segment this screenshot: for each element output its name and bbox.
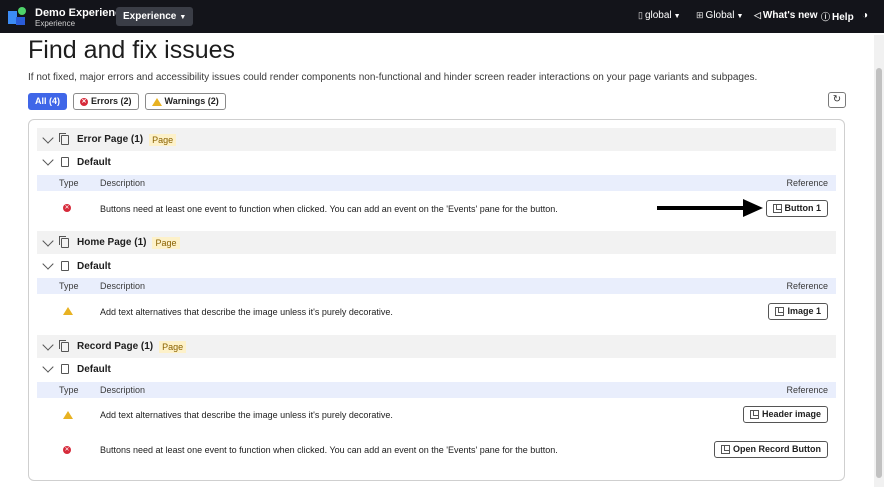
reference-button[interactable]: Button 1	[765, 200, 828, 217]
component-icon	[721, 445, 730, 454]
column-type: Type	[59, 281, 79, 291]
component-icon	[749, 410, 759, 419]
column-reference: Reference	[786, 385, 828, 395]
pages-icon	[59, 339, 69, 352]
column-description: Description	[100, 281, 146, 291]
filter-bar: All (4) ✕ Errors (2) Warnings (2)	[28, 93, 226, 110]
language-menu[interactable]: ⊞ Global ▼	[696, 10, 743, 21]
caret-down-icon: ▼	[179, 14, 187, 21]
warning-icon	[63, 307, 73, 315]
filter-all-label: All (4)	[35, 96, 61, 106]
column-description: Description	[100, 385, 146, 395]
component-icon	[775, 307, 785, 316]
chevron-down-icon	[42, 338, 54, 351]
page-icon	[61, 157, 69, 167]
experience-menu-label: Experience	[123, 11, 177, 22]
variant-header[interactable]: Default	[37, 359, 836, 379]
error-icon: ✕	[80, 97, 89, 106]
column-type: Type	[59, 385, 79, 395]
refresh-icon: ↻	[832, 94, 842, 105]
component-icon	[772, 204, 782, 213]
page-group-name: Record Page (1)	[77, 341, 154, 352]
variant-name: Default	[77, 363, 111, 375]
megaphone-icon: ◁	[754, 10, 761, 20]
reference-button[interactable]: Image 1	[768, 303, 828, 320]
app-title: Demo Experience	[35, 7, 128, 19]
pages-icon	[59, 132, 69, 145]
page-title: Find and fix issues	[28, 36, 236, 64]
refresh-button[interactable]: ↻	[828, 92, 846, 108]
filter-warnings-button[interactable]: Warnings (2)	[144, 93, 226, 110]
help-circle-icon: ⓘ	[821, 12, 831, 22]
error-icon: ✕	[63, 446, 71, 454]
variant-name: Default	[77, 156, 111, 168]
app-logo	[8, 7, 27, 26]
contrast-toggle-icon[interactable]: ◑	[862, 10, 868, 21]
issue-row: Add text alternatives that describe the …	[37, 398, 836, 432]
column-type: Type	[59, 178, 79, 188]
issues-table-header: Type Description Reference	[37, 382, 836, 398]
page-group-name: Home Page (1)	[77, 237, 147, 248]
warning-icon	[151, 97, 162, 106]
page-type-badge: Page	[149, 133, 177, 146]
reference-button[interactable]: Open Record Button	[714, 441, 828, 458]
column-reference: Reference	[786, 281, 828, 291]
reference-label: Button 1	[784, 203, 822, 213]
scope-menu-label: global	[644, 10, 672, 21]
annotation-arrow	[657, 199, 763, 217]
page-icon	[61, 364, 69, 374]
pages-icon	[59, 235, 69, 248]
variant-name: Default	[77, 260, 111, 272]
whats-new-button[interactable]: ◁ What's new	[754, 10, 818, 21]
chevron-down-icon	[42, 154, 54, 166]
language-menu-label: Global	[705, 10, 735, 21]
issue-row: ✕ Buttons need at least one event to fun…	[37, 433, 836, 467]
filter-errors-button[interactable]: ✕ Errors (2)	[73, 93, 139, 110]
issue-description: Add text alternatives that describe the …	[100, 307, 393, 317]
reference-label: Open Record Button	[733, 444, 821, 454]
scope-menu[interactable]: ▯ global ▼	[638, 10, 681, 21]
experience-menu-button[interactable]: Experience ▼	[116, 7, 194, 26]
reference-label: Header image	[761, 409, 821, 419]
page-type-badge: Page	[159, 340, 187, 353]
help-label: Help	[832, 12, 854, 23]
page-group-name: Error Page (1)	[77, 134, 144, 145]
help-button[interactable]: ⓘ Help	[821, 10, 854, 23]
caret-down-icon: ▼	[673, 13, 681, 20]
variant-header[interactable]: Default	[37, 256, 836, 276]
whats-new-label: What's new	[762, 10, 818, 21]
chevron-down-icon	[42, 234, 54, 247]
column-description: Description	[100, 178, 146, 188]
issues-table-header: Type Description Reference	[37, 175, 836, 191]
issue-description: Buttons need at least one event to funct…	[100, 204, 558, 214]
reference-button[interactable]: Header image	[742, 406, 828, 423]
page-group-header[interactable]: Error Page (1) Page	[37, 128, 836, 151]
issue-description: Buttons need at least one event to funct…	[100, 445, 558, 455]
issues-table-header: Type Description Reference	[37, 278, 836, 294]
filter-warnings-label: Warnings (2)	[164, 96, 219, 106]
page-group-header[interactable]: Record Page (1) Page	[37, 335, 836, 358]
filter-errors-label: Errors (2)	[91, 96, 132, 106]
issue-row: Add text alternatives that describe the …	[37, 294, 836, 332]
issue-description: Add text alternatives that describe the …	[100, 410, 393, 420]
app-subtitle: Experience	[35, 19, 76, 28]
page-description: If not fixed, major errors and accessibi…	[28, 72, 758, 83]
building-icon: ▯	[638, 10, 643, 20]
chevron-down-icon	[42, 361, 54, 373]
scrollbar-thumb[interactable]	[876, 68, 882, 478]
warning-icon	[63, 411, 73, 419]
filter-all-button[interactable]: All (4)	[28, 93, 68, 110]
hierarchy-icon: ⊞	[696, 10, 704, 20]
chevron-down-icon	[42, 131, 54, 144]
caret-down-icon: ▼	[736, 13, 744, 20]
chevron-down-icon	[42, 258, 54, 270]
top-bar: Demo Experience Experience Experience ▼ ▯…	[0, 0, 884, 33]
variant-header[interactable]: Default	[37, 152, 836, 172]
page-group-header[interactable]: Home Page (1) Page	[37, 231, 836, 254]
column-reference: Reference	[786, 178, 828, 188]
page-type-badge: Page	[152, 236, 180, 249]
reference-label: Image 1	[787, 306, 821, 316]
error-icon: ✕	[63, 204, 71, 212]
page-icon	[61, 261, 69, 271]
